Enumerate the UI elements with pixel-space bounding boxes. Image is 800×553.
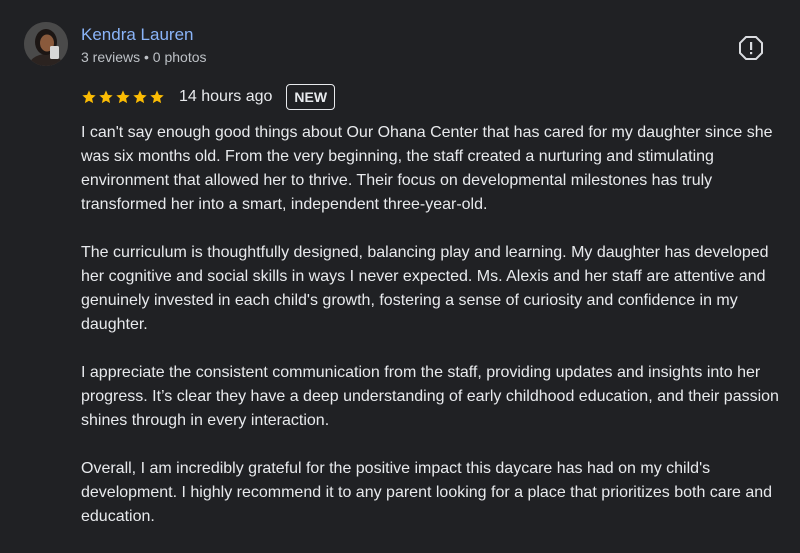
star-icon bbox=[133, 90, 147, 104]
new-badge: NEW bbox=[286, 84, 336, 110]
review-paragraph: I appreciate the consistent communicatio… bbox=[81, 364, 779, 429]
review-paragraph: I can't say enough good things about Our… bbox=[81, 124, 773, 213]
report-icon[interactable] bbox=[738, 35, 764, 61]
star-rating bbox=[81, 89, 165, 105]
author-name[interactable]: Kendra Lauren bbox=[81, 24, 193, 46]
avatar[interactable] bbox=[24, 22, 68, 66]
star-icon bbox=[99, 90, 113, 104]
review-paragraph: Overall, I am incredibly grateful for th… bbox=[81, 460, 773, 525]
star-icon bbox=[82, 90, 96, 104]
review-time: 14 hours ago bbox=[179, 88, 273, 105]
author-stats: 3 reviews • 0 photos bbox=[81, 49, 207, 65]
review-text: I can't say enough good things about Our… bbox=[81, 121, 781, 553]
review-paragraph: The curriculum is thoughtfully designed,… bbox=[81, 244, 769, 333]
star-icon bbox=[150, 90, 164, 104]
rating-row: 14 hours ago NEW bbox=[81, 83, 336, 111]
star-icon bbox=[116, 90, 130, 104]
